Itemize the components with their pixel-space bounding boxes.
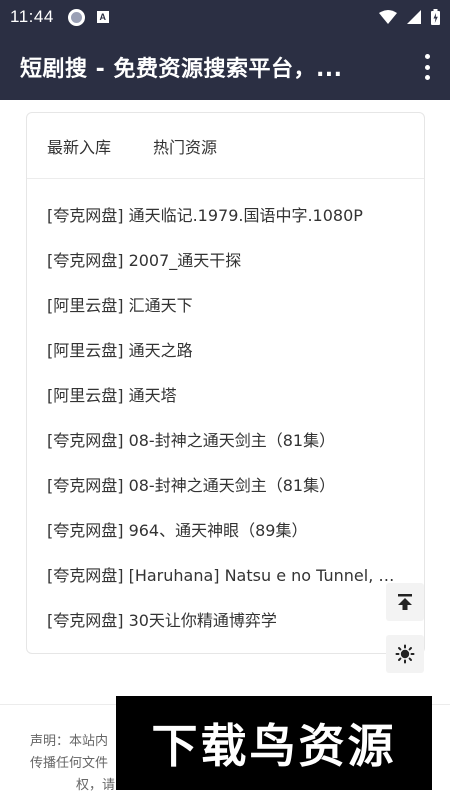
list-item-label: [夸克网盘] 964、通天神眼（89集） bbox=[47, 520, 308, 540]
status-icons bbox=[379, 9, 440, 25]
result-list: [夸克网盘] 通天临记.1979.国语中字.1080P [夸克网盘] 2007_… bbox=[27, 179, 424, 641]
app-title: 短剧搜 - 免费资源搜索平台，... bbox=[20, 57, 343, 82]
list-item[interactable]: [阿里云盘] 通天之路 bbox=[27, 326, 424, 371]
list-item[interactable]: [夸克网盘] 964、通天神眼（89集） bbox=[27, 506, 424, 551]
results-card: 最新入库 热门资源 [夸克网盘] 通天临记.1979.国语中字.1080P [夸… bbox=[26, 112, 425, 654]
list-item-label: [夸克网盘] 08-封神之通天剑主（81集） bbox=[47, 430, 336, 450]
tab-bar: 最新入库 热门资源 bbox=[27, 113, 424, 179]
status-bar: 11:44 A bbox=[0, 0, 450, 34]
theme-toggle-button[interactable] bbox=[386, 635, 424, 673]
list-item-label: [阿里云盘] 通天塔 bbox=[47, 385, 177, 405]
battery-icon bbox=[431, 9, 440, 25]
arrow-up-to-line-icon bbox=[398, 594, 412, 610]
list-item-label: [夸克网盘] 2007_通天干探 bbox=[47, 250, 242, 270]
status-time: 11:44 bbox=[10, 7, 54, 26]
list-item[interactable]: [夸克网盘] 通天临记.1979.国语中字.1080P bbox=[27, 191, 424, 236]
list-item-label: [夸克网盘] [Haruhana] Natsu e no Tunnel, Sa.… bbox=[47, 565, 400, 585]
more-vert-icon bbox=[424, 54, 430, 59]
list-item-label: [夸克网盘] 通天临记.1979.国语中字.1080P bbox=[47, 205, 363, 225]
notification-icon bbox=[67, 8, 85, 26]
list-item[interactable]: [夸克网盘] [Haruhana] Natsu e no Tunnel, Sa.… bbox=[27, 551, 424, 596]
list-item[interactable]: [夸克网盘] 2007_通天干探 bbox=[27, 236, 424, 281]
tab-popular[interactable]: 热门资源 bbox=[153, 134, 217, 158]
keyboard-a-icon: A bbox=[96, 11, 109, 23]
wifi-icon bbox=[379, 10, 397, 24]
list-item-label: [阿里云盘] 通天之路 bbox=[47, 340, 193, 360]
list-item[interactable]: [阿里云盘] 通天塔 bbox=[27, 371, 424, 416]
list-item-label: [夸克网盘] 08-封神之通天剑主（81集） bbox=[47, 475, 336, 495]
list-item-label: [夸克网盘] 30天让你精通博弈学 bbox=[47, 610, 277, 630]
list-item[interactable]: [夸克网盘] 08-封神之通天剑主（81集） bbox=[27, 416, 424, 461]
list-item-label: [阿里云盘] 汇通天下 bbox=[47, 295, 193, 315]
back-to-top-button[interactable] bbox=[386, 583, 424, 621]
list-item[interactable]: [阿里云盘] 汇通天下 bbox=[27, 281, 424, 326]
tab-latest[interactable]: 最新入库 bbox=[47, 134, 111, 158]
sun-icon bbox=[395, 644, 415, 664]
list-item[interactable]: [夸克网盘] 08-封神之通天剑主（81集） bbox=[27, 461, 424, 506]
list-item[interactable]: [夸克网盘] 30天让你精通博弈学 bbox=[27, 596, 424, 641]
more-menu-button[interactable] bbox=[420, 54, 434, 80]
watermark-text: 下载鸟资源 bbox=[151, 719, 397, 773]
watermark: 下载鸟资源 bbox=[116, 696, 432, 790]
app-bar: 短剧搜 - 免费资源搜索平台，... bbox=[0, 34, 450, 100]
signal-icon bbox=[407, 10, 421, 24]
